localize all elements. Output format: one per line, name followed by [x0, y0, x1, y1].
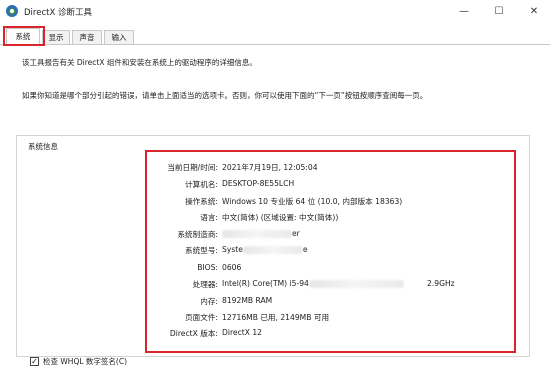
close-button[interactable]: ✕ — [516, 0, 550, 22]
title-bar: DirectX 诊断工具 — ☐ ✕ — [0, 0, 550, 24]
whql-checkbox-row[interactable]: ✓ 检查 WHQL 数字签名(C) — [30, 356, 127, 367]
window-title: DirectX 诊断工具 — [24, 8, 92, 18]
minimize-button[interactable]: — — [446, 0, 482, 22]
tab-sound[interactable]: 声音 — [72, 30, 102, 44]
tab-bar: 系统 显示 声音 输入 — [0, 28, 550, 44]
intro-text-1: 该工具报告有关 DirectX 组件和安装在系统上的驱动程序的详细信息。 — [22, 58, 257, 67]
tab-display[interactable]: 显示 — [42, 30, 70, 44]
tab-input[interactable]: 输入 — [104, 30, 134, 44]
directx-app-icon — [5, 4, 19, 18]
whql-checkbox-label[interactable]: 检查 WHQL 数字签名(C) — [43, 356, 127, 367]
tab-divider — [0, 44, 550, 45]
whql-checkbox[interactable]: ✓ — [30, 357, 39, 366]
system-info-highlight-box — [145, 150, 516, 353]
intro-text-2: 如果你知道是哪个部分引起的错误，请单击上面适当的选项卡。否则，你可以使用下面的“… — [22, 91, 428, 100]
tab-highlight-box — [3, 26, 45, 46]
maximize-button[interactable]: ☐ — [481, 0, 517, 22]
system-info-group-title: 系统信息 — [26, 141, 60, 152]
